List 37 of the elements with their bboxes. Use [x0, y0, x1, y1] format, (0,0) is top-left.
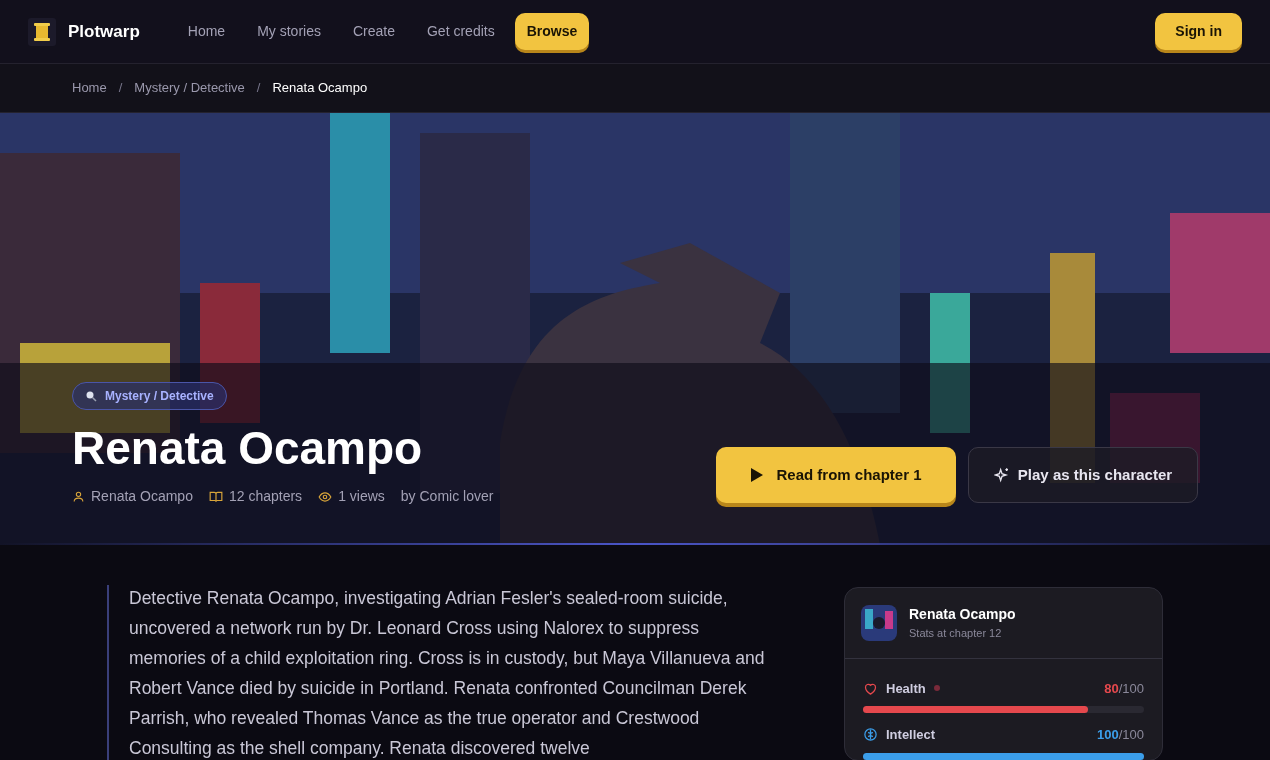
nav-link[interactable]: Browse	[514, 13, 590, 50]
stat-max: /100	[1118, 726, 1144, 744]
stat-max: /100	[1118, 679, 1144, 698]
nav-link[interactable]: Home	[175, 13, 238, 50]
scroll-logo-icon	[28, 17, 56, 46]
person-icon	[72, 490, 85, 503]
magnifier-icon	[85, 390, 97, 402]
card-subtitle: Stats at chapter 12	[909, 626, 1003, 641]
genre-badge[interactable]: Mystery / Detective	[72, 382, 227, 410]
sparkle-icon	[993, 467, 1010, 483]
breadcrumb-link[interactable]: Home	[72, 78, 107, 98]
play-character-button[interactable]: Play as this character	[968, 447, 1198, 503]
nav-link[interactable]: My stories	[245, 13, 333, 50]
meta-text: 1 views	[338, 487, 385, 506]
story-title: Renata Ocampo	[72, 421, 424, 476]
stat-value: 80	[1104, 679, 1119, 698]
stat-value: 100	[1097, 726, 1119, 744]
current-page-label: Renata Ocampo	[272, 79, 368, 98]
brain-icon	[863, 727, 878, 743]
breadcrumb-separator: /	[255, 79, 262, 98]
character-name: Renata Ocampo	[909, 605, 1016, 624]
nav-link[interactable]: Get credits	[415, 13, 507, 50]
stat-label: Intellect	[886, 726, 936, 744]
breadcrumb-separator: /	[117, 79, 124, 98]
character-avatar-icon	[861, 604, 897, 641]
meta-text: Renata Ocampo	[91, 487, 193, 506]
brand-name: Plotwarp	[68, 20, 140, 43]
meta-text: 12 chapters	[228, 487, 303, 506]
eye-icon	[318, 489, 333, 504]
book-icon	[208, 489, 223, 504]
summary-paragraph: Detective Renata Ocampo, investigating Adrian Fesler's sealed-room suicide, uncovered a network run by Dr. Leonard Cross using Nalorex to suppress memories of a child exploitation ring. Cross is in custody, but Maya Villanueva and Robert Vance died by suicide in Portland. Renata confronted Councilman Derek Parrish, who revealed Thomas Vance as the true operator and Crestwood Consulting as the shell company. Renata discovered twelve	[129, 587, 766, 760]
nav-link[interactable]: Create	[340, 13, 407, 50]
breadcrumb-link[interactable]: Mystery / Detective	[134, 78, 245, 98]
sign-in-button[interactable]: Sign in	[1155, 13, 1242, 50]
stat-label: Health	[886, 679, 926, 698]
play-icon	[750, 467, 765, 483]
meta-text: by Comic lover	[400, 487, 494, 506]
